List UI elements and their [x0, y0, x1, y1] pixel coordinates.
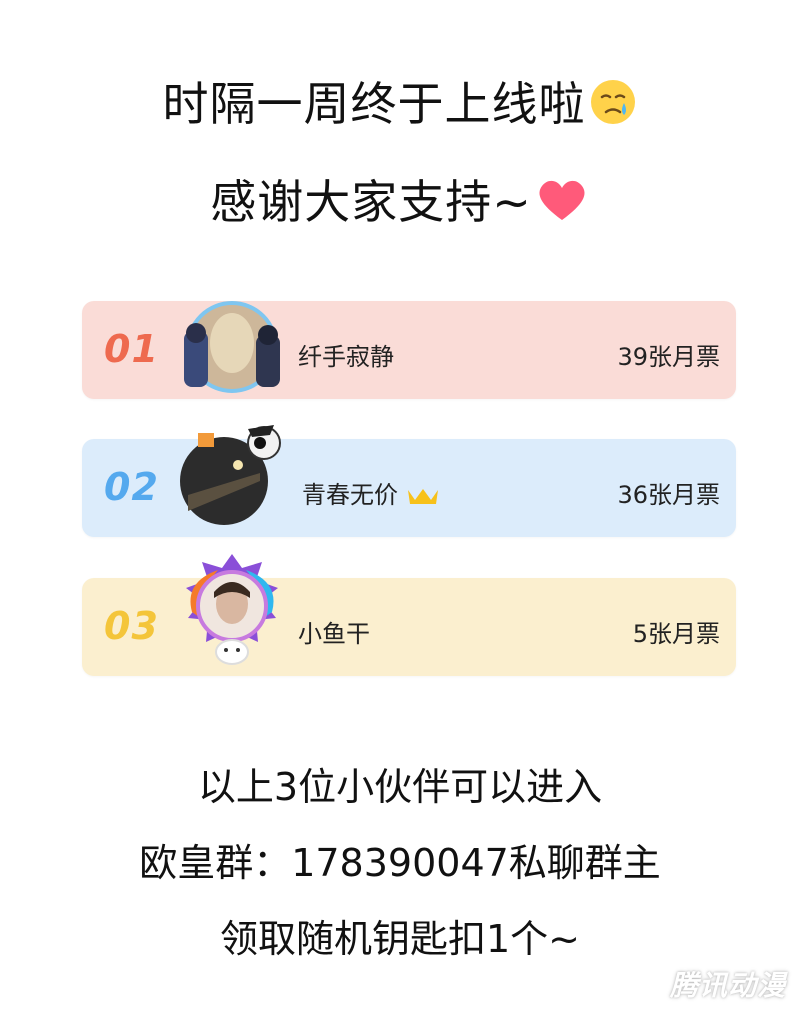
rank-number: 03 — [104, 604, 159, 648]
crying-face-icon — [588, 77, 638, 138]
headline-line2-text: 感谢大家支持~ — [210, 175, 532, 229]
ticket-count: 5张月票 — [632, 620, 720, 648]
footer-line3: 领取随机钥匙扣1个~ — [219, 917, 581, 961]
avatar — [178, 552, 286, 665]
headline-line1-text: 时隔一周终于上线啦 — [162, 77, 586, 131]
user-name: 小鱼干 — [298, 620, 370, 648]
headline-line2: 感谢大家支持~ — [0, 166, 800, 235]
crown-badge-icon — [406, 481, 440, 509]
ranking-card-3: 03 小鱼干 5张月票 — [82, 554, 736, 676]
ticket-count: 39张月票 — [617, 343, 720, 371]
rank-number: 02 — [104, 465, 159, 509]
ranking-card-1: 01 纤手寂静 39张月票 — [82, 301, 736, 399]
headline-line1: 时隔一周终于上线啦 — [0, 68, 800, 138]
rank-number: 01 — [104, 327, 159, 371]
ranking-card-2: 02 青春无价 36张月票 — [82, 425, 736, 537]
avatar — [178, 421, 286, 527]
user-name: 纤手寂静 — [298, 343, 394, 371]
user-name: 青春无价 — [302, 475, 440, 510]
footer-line1: 以上3位小伙伴可以进入 — [197, 765, 603, 809]
ticket-count: 36张月票 — [617, 481, 720, 509]
watermark-logo: 腾讯动漫 — [669, 969, 786, 1002]
heart-icon — [534, 176, 590, 235]
user-name-text: 青春无价 — [302, 481, 398, 509]
footer-line2: 欧皇群：178390047私聊群主 — [139, 841, 661, 885]
avatar — [178, 297, 286, 403]
